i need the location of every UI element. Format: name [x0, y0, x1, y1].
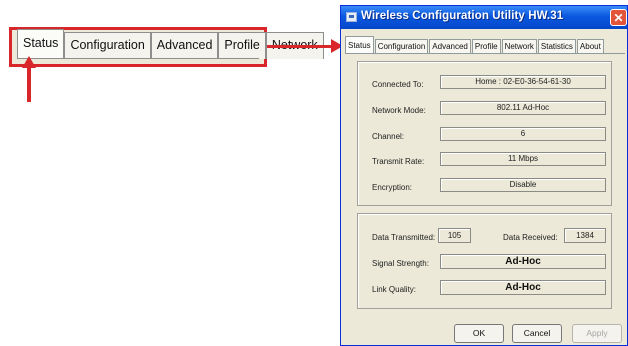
- channel-value: 6: [440, 127, 606, 141]
- tab-network[interactable]: Network: [501, 39, 537, 54]
- signal-strength-value: Ad-Hoc: [440, 254, 606, 269]
- ok-button[interactable]: OK: [454, 324, 504, 343]
- link-quality-label: Link Quality:: [372, 285, 417, 294]
- link-quality-value: Ad-Hoc: [440, 280, 606, 295]
- tab-profile[interactable]: Profile: [471, 39, 501, 54]
- tabs-callout: Status Configuration Advanced Profile Ne…: [9, 27, 324, 67]
- callout-tab-advanced[interactable]: Advanced: [150, 32, 219, 59]
- up-arrow-shaft: [27, 67, 31, 102]
- connected-to-label: Connected To:: [372, 80, 424, 89]
- tab-statistics[interactable]: Statistics: [537, 39, 576, 54]
- tab-status[interactable]: Status: [345, 36, 374, 54]
- callout-tab-status[interactable]: Status: [17, 29, 65, 59]
- data-transmitted-value: 105: [438, 228, 471, 243]
- right-arrow-shaft: [267, 45, 333, 48]
- data-received-value: 1384: [564, 228, 606, 243]
- tab-baseline: [345, 53, 625, 54]
- cancel-button[interactable]: Cancel: [512, 324, 562, 343]
- app-icon: [346, 12, 357, 22]
- callout-tab-baseline: [17, 58, 259, 59]
- status-group: Connected To: Home : 02-E0-36-54-61-30 N…: [357, 61, 612, 206]
- network-mode-label: Network Mode:: [372, 106, 426, 115]
- callout-tab-profile[interactable]: Profile: [218, 32, 266, 59]
- network-mode-value: 802.11 Ad-Hoc: [440, 101, 606, 115]
- signal-strength-label: Signal Strength:: [372, 259, 429, 268]
- connected-to-value: Home : 02-E0-36-54-61-30: [440, 75, 606, 89]
- title-bar[interactable]: Wireless Configuration Utility HW.31 ✕: [341, 6, 627, 29]
- encryption-value: Disable: [440, 178, 606, 192]
- callout-tab-configuration[interactable]: Configuration: [64, 32, 151, 59]
- statistics-group: Data Transmitted: 105 Data Received: 138…: [357, 213, 612, 309]
- tab-about[interactable]: About: [576, 39, 604, 54]
- wireless-utility-window: Wireless Configuration Utility HW.31 ✕ S…: [340, 5, 628, 346]
- encryption-label: Encryption:: [372, 183, 413, 192]
- transmit-rate-label: Transmit Rate:: [372, 157, 425, 166]
- tab-bar: Status Configuration Advanced Profile Ne…: [345, 36, 605, 54]
- data-received-label: Data Received:: [503, 233, 558, 242]
- data-transmitted-label: Data Transmitted:: [372, 233, 436, 242]
- apply-button[interactable]: Apply: [572, 324, 622, 343]
- tab-advanced[interactable]: Advanced: [429, 39, 471, 54]
- transmit-rate-value: 11 Mbps: [440, 152, 606, 166]
- channel-label: Channel:: [372, 132, 405, 141]
- window-title: Wireless Configuration Utility HW.31: [361, 10, 564, 22]
- tab-configuration[interactable]: Configuration: [374, 39, 429, 54]
- close-button[interactable]: ✕: [610, 9, 627, 26]
